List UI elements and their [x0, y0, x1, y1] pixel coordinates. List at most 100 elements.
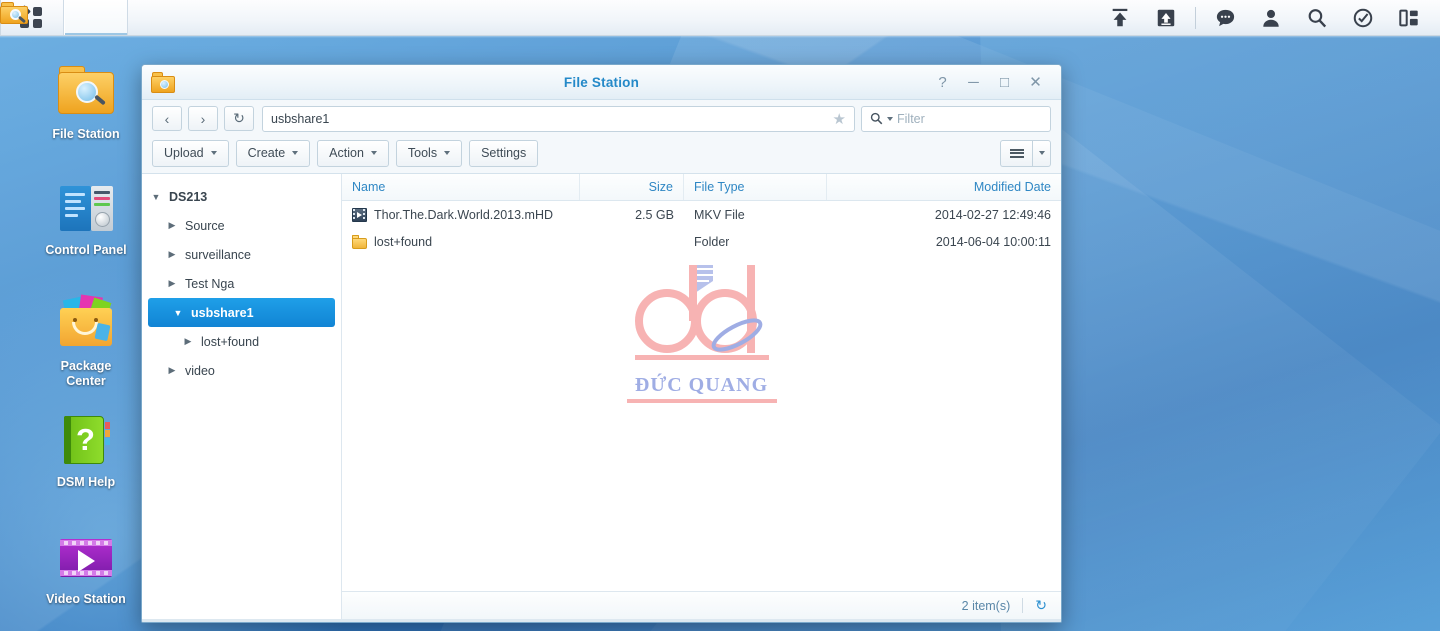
- folder-tree: ▼ DS213 ▶ Source ▶ surveillance ▶ Test Nga ▼ usbs…: [142, 174, 342, 619]
- user-account-icon[interactable]: [1248, 0, 1294, 36]
- tree-node-source[interactable]: ▶ Source: [142, 211, 341, 240]
- table-row[interactable]: lost+found Folder 2014-06-04 10:00:11: [342, 228, 1061, 255]
- options-clock-icon[interactable]: [1340, 0, 1386, 36]
- column-header-name[interactable]: Name: [342, 174, 580, 200]
- cell-file-type: Folder: [684, 228, 827, 255]
- name-value: lost+found: [374, 234, 433, 249]
- refresh-button[interactable]: ↻: [224, 106, 254, 131]
- window-footer: [142, 619, 1061, 622]
- column-header-size[interactable]: Size: [580, 174, 684, 200]
- tree-node-label: usbshare1: [191, 305, 254, 320]
- upload-box-icon[interactable]: [1143, 0, 1189, 36]
- widgets-icon[interactable]: [1386, 0, 1432, 36]
- chevron-right-icon[interactable]: ▶: [164, 220, 180, 231]
- cell-modified: 2014-02-27 12:49:46: [827, 201, 1061, 228]
- chevron-down-icon[interactable]: ▼: [170, 308, 186, 318]
- chevron-right-icon[interactable]: ▶: [180, 336, 196, 347]
- tree-node-usbshare1[interactable]: ▼ usbshare1: [148, 298, 335, 327]
- chevron-right-icon[interactable]: ▶: [164, 365, 180, 376]
- tree-node-label: Test Nga: [185, 276, 235, 291]
- tree-node-label: video: [185, 363, 215, 378]
- tree-node-ds213[interactable]: ▼ DS213: [142, 182, 341, 211]
- column-header-label: Name: [352, 180, 386, 194]
- action-label: Action: [329, 146, 364, 160]
- desktop-icon-video-station[interactable]: Video Station: [26, 527, 146, 607]
- chevron-right-icon[interactable]: ▶: [164, 249, 180, 260]
- cell-name: lost+found: [342, 228, 580, 255]
- taskbar: [0, 0, 1440, 38]
- dq-logo-icon: [634, 265, 769, 360]
- tree-node-test-nga[interactable]: ▶ Test Nga: [142, 269, 341, 298]
- settings-button[interactable]: Settings: [469, 139, 539, 167]
- chevron-down-icon: [1038, 151, 1045, 155]
- folder-icon: [352, 234, 367, 249]
- column-header-file-type[interactable]: File Type: [684, 174, 827, 200]
- chevron-down-icon: [292, 151, 299, 155]
- list-view-icon[interactable]: [1000, 139, 1032, 167]
- window-title: File Station: [563, 74, 640, 90]
- upload-top-icon[interactable]: [1097, 0, 1143, 36]
- tree-node-label: lost+found: [201, 334, 260, 349]
- watermark-text: ĐỨC QUANG: [634, 374, 769, 396]
- notifications-chat-icon[interactable]: [1202, 0, 1248, 36]
- chevron-down-icon: [370, 151, 377, 155]
- create-button[interactable]: Create: [235, 139, 311, 167]
- file-type-value: Folder: [694, 234, 730, 249]
- video-station-icon: [56, 527, 116, 587]
- forward-button[interactable]: ›: [188, 106, 218, 131]
- tools-label: Tools: [407, 146, 438, 160]
- desktop-icon-label: Package: [60, 359, 112, 373]
- watermark-logo: ĐỨC QUANG: [602, 259, 802, 405]
- table-row[interactable]: Thor.The.Dark.World.2013.mHD 2.5 GB MKV Fi…: [342, 201, 1061, 228]
- desktop-icon-file-station[interactable]: File Station: [26, 62, 146, 142]
- chevron-down-icon[interactable]: ▼: [148, 192, 164, 202]
- window-body: ▼ DS213 ▶ Source ▶ surveillance ▶ Test Nga ▼ usbs…: [142, 173, 1061, 619]
- name-value: Thor.The.Dark.World.2013.mHD: [374, 207, 553, 222]
- desktop-background: File Station Control Panel Package Cente: [0, 0, 1440, 631]
- divider: [1022, 598, 1024, 613]
- status-bar: 2 item(s) ↻: [342, 591, 1061, 619]
- divider: [1195, 6, 1196, 29]
- file-station-folder-icon: [0, 2, 111, 31]
- desktop-icon-control-panel[interactable]: Control Panel: [26, 178, 146, 258]
- taskbar-item-file-station[interactable]: [0, 0, 128, 35]
- package-center-icon: [56, 294, 116, 354]
- chevron-down-icon: [444, 151, 451, 155]
- address-bar[interactable]: usbshare1 ★: [262, 105, 855, 132]
- back-button[interactable]: ‹: [152, 106, 182, 131]
- action-button[interactable]: Action: [317, 139, 389, 167]
- tools-button[interactable]: Tools: [395, 139, 463, 167]
- column-header-label: Modified Date: [973, 180, 1051, 194]
- tree-node-label: Source: [185, 218, 225, 233]
- tree-node-surveillance[interactable]: ▶ surveillance: [142, 240, 341, 269]
- modified-value: 2014-02-27 12:49:46: [934, 207, 1051, 222]
- cell-file-type: MKV File: [684, 201, 827, 228]
- filter-box[interactable]: Filter: [861, 105, 1051, 132]
- chevron-down-icon[interactable]: [887, 116, 893, 121]
- column-header-label: File Type: [694, 180, 745, 194]
- refresh-icon[interactable]: ↻: [1035, 597, 1047, 614]
- size-value: 2.5 GB: [635, 207, 674, 222]
- star-icon[interactable]: ★: [833, 110, 846, 128]
- desktop-icon-dsm-help[interactable]: ? DSM Help: [26, 410, 146, 490]
- desktop-icon-label: Control Panel: [45, 243, 127, 257]
- file-rows: Thor.The.Dark.World.2013.mHD 2.5 GB MKV Fi…: [342, 201, 1061, 591]
- tree-node-video[interactable]: ▶ video: [142, 356, 341, 385]
- cell-name: Thor.The.Dark.World.2013.mHD: [342, 201, 580, 228]
- file-type-value: MKV File: [694, 207, 745, 222]
- column-headers: Name Size File Type Modified Date: [342, 174, 1061, 201]
- column-header-label: Size: [648, 180, 673, 194]
- tree-node-lost-found[interactable]: ▶ lost+found: [142, 327, 341, 356]
- navigation-bar: ‹ › ↻ usbshare1 ★ Filter: [142, 100, 1061, 137]
- tree-node-label: surveillance: [185, 247, 252, 262]
- chevron-down-icon: [210, 151, 217, 155]
- cell-size: [580, 228, 684, 255]
- desktop-icon-label: DSM Help: [56, 475, 116, 489]
- window-titlebar[interactable]: File Station ? ─ □ ✕: [142, 65, 1061, 100]
- search-icon[interactable]: [1294, 0, 1340, 36]
- desktop-icon-package-center[interactable]: Package Center: [26, 294, 146, 389]
- view-options-dropdown[interactable]: [1032, 139, 1051, 167]
- upload-button[interactable]: Upload: [152, 139, 229, 167]
- column-header-modified-date[interactable]: Modified Date: [827, 174, 1061, 200]
- chevron-right-icon[interactable]: ▶: [164, 278, 180, 289]
